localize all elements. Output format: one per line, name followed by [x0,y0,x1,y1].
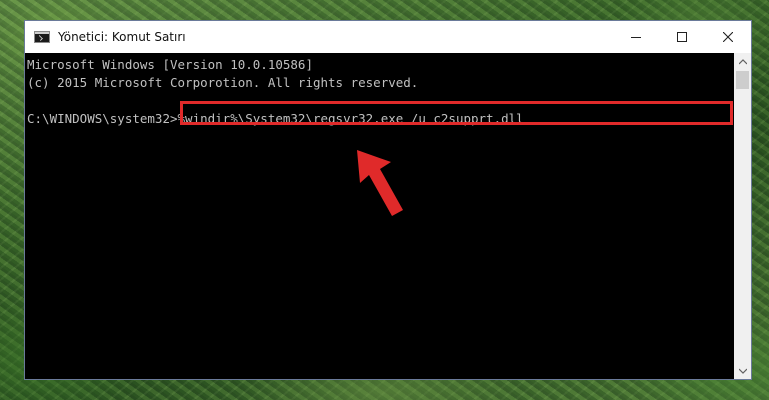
command-prompt-window: Yönetici: Komut Satırı Microsoft Windows… [24,20,752,380]
title-bar[interactable]: Yönetici: Komut Satırı [25,21,751,53]
scroll-up-button[interactable] [734,53,751,70]
minimize-icon [631,37,641,38]
console-line-copyright: (c) 2015 Microsoft Corporotion. All righ… [27,75,419,90]
command-prompt-icon [34,31,50,43]
maximize-icon [677,32,687,42]
minimize-button[interactable] [613,21,659,53]
pointer-arrow-icon [357,150,403,216]
console-output[interactable]: Microsoft Windows [Version 10.0.10586] (… [25,53,734,379]
maximize-button[interactable] [659,21,705,53]
command-highlight-box [180,101,733,125]
window-controls [613,21,751,53]
chevron-down-icon [738,368,747,374]
close-button[interactable] [705,21,751,53]
scroll-thumb[interactable] [736,71,749,89]
scroll-down-button[interactable] [734,362,751,379]
close-icon [723,32,733,42]
chevron-up-icon [738,58,747,64]
vertical-scrollbar[interactable] [734,53,751,379]
console-line-version: Microsoft Windows [Version 10.0.10586] [27,57,313,72]
window-title: Yönetici: Komut Satırı [58,30,186,44]
